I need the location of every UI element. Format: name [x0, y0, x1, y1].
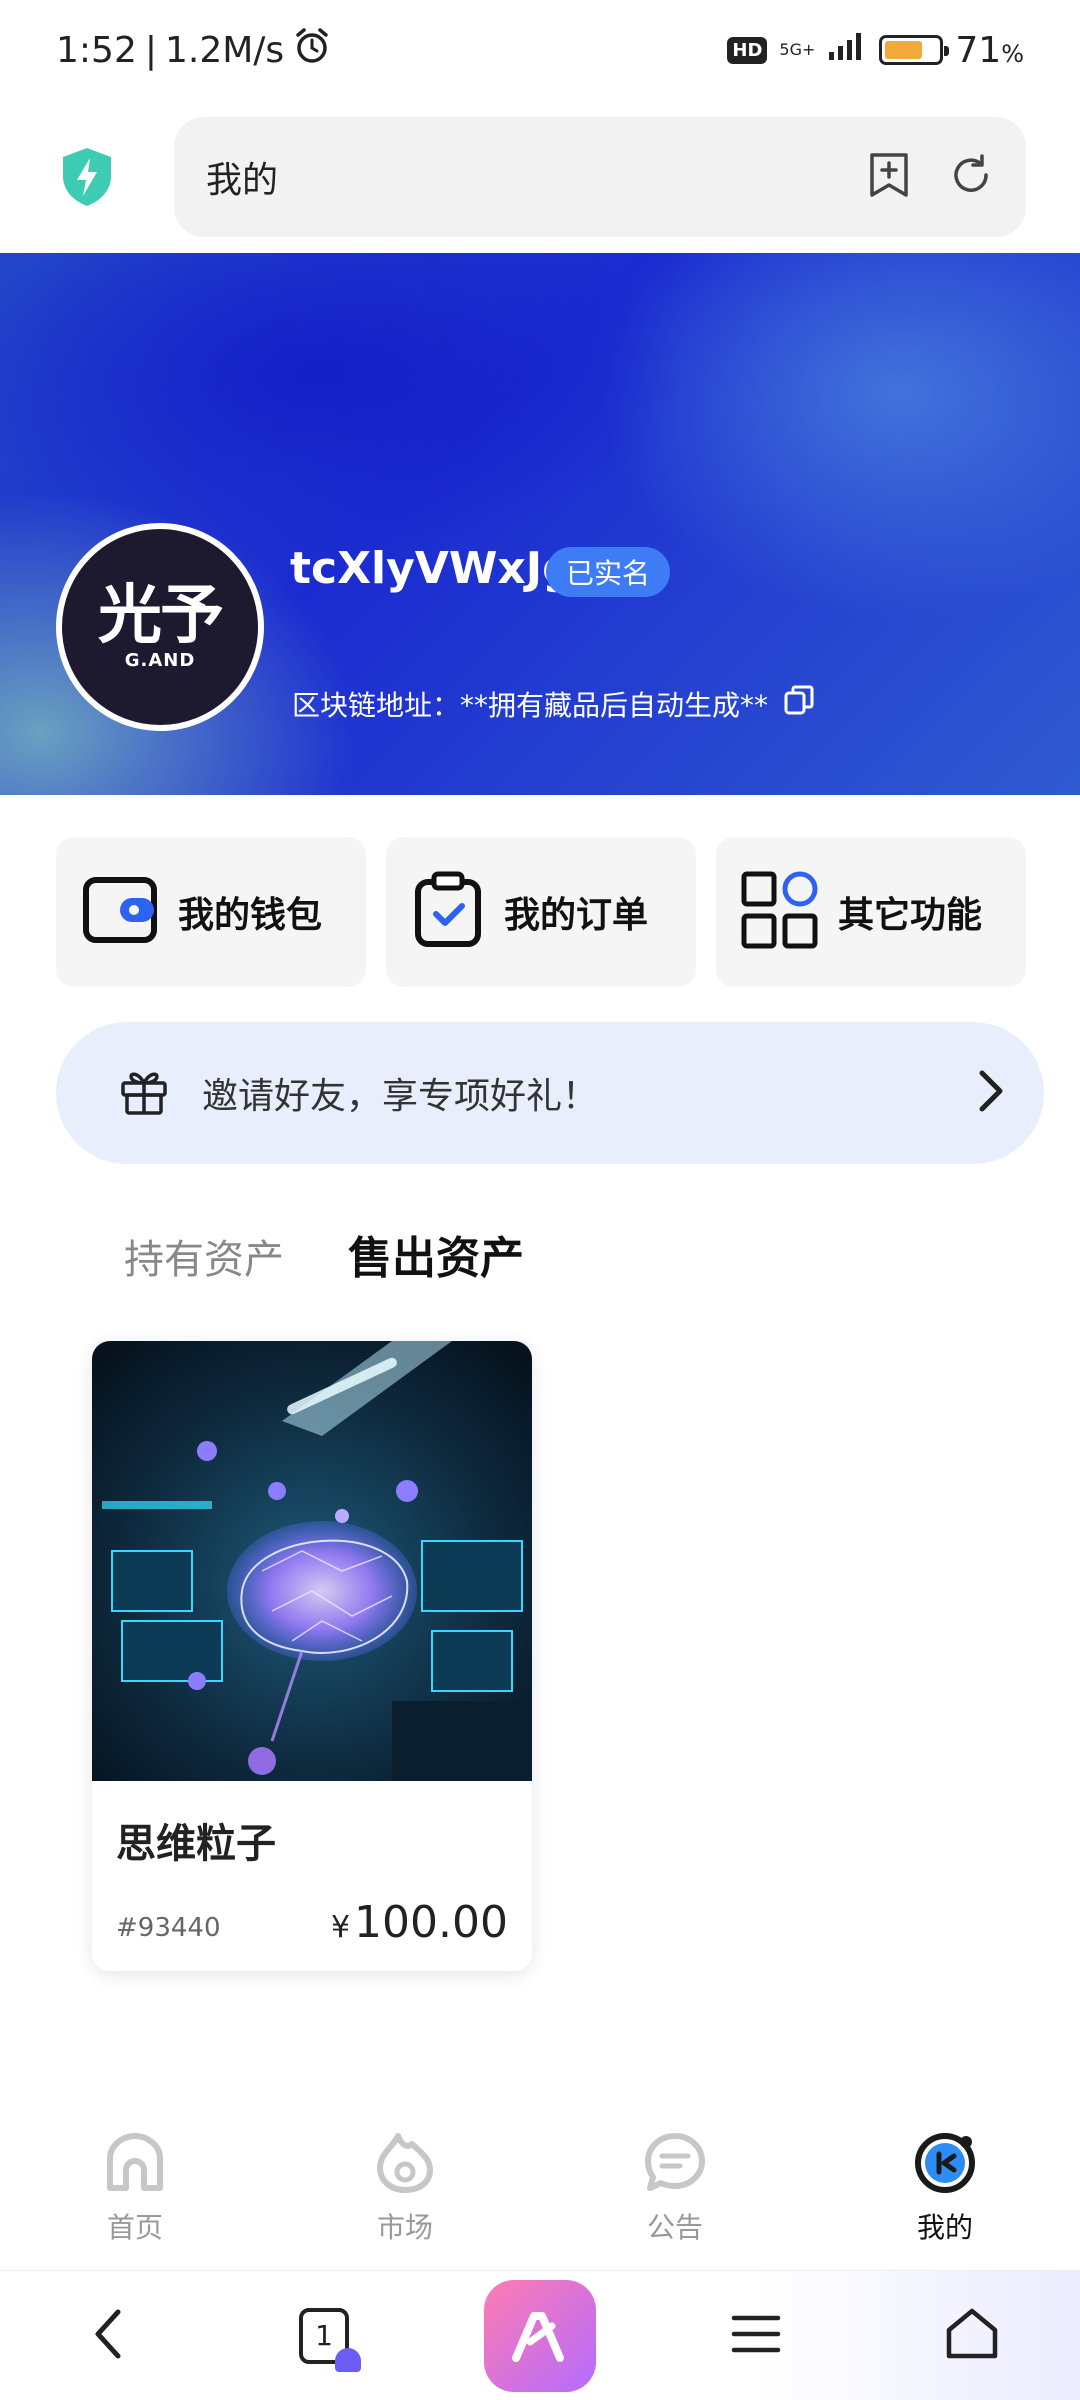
- nav-market[interactable]: 市场: [270, 2110, 540, 2270]
- menu-icon: [730, 2312, 782, 2360]
- chevron-left-icon: [88, 2306, 128, 2366]
- avatar-logo-subtext: G.AND: [124, 649, 196, 671]
- asset-price: ¥100.00: [331, 1897, 508, 1948]
- address-field[interactable]: 我的: [174, 116, 1026, 237]
- avatar-logo-text: 光予: [98, 578, 224, 653]
- nav-announcements[interactable]: 公告: [540, 2110, 810, 2270]
- nav-home[interactable]: 首页: [0, 2110, 270, 2270]
- address-actions: [866, 151, 994, 203]
- asset-tabs: 持有资产 售出资产: [124, 1222, 524, 1286]
- tabs-button[interactable]: 1: [264, 2276, 384, 2396]
- username: tcXlyVWxJg: [290, 543, 574, 594]
- chevron-right-icon: [972, 1069, 1008, 1117]
- status-right: HD 5G+ 71%: [727, 30, 1024, 71]
- browser-home-icon: [943, 2306, 1001, 2366]
- wallet-icon: [80, 870, 160, 954]
- nav-market-label: 市场: [376, 2211, 433, 2244]
- battery-percent: 71%: [955, 30, 1024, 71]
- nav-profile[interactable]: 我的: [810, 2110, 1080, 2270]
- profile-banner: 光予 G.AND tcXlyVWxJg 已实名 区块链地址：**拥有藏品后自动生…: [0, 253, 1080, 795]
- orders-label: 我的订单: [504, 895, 649, 936]
- wallet-label: 我的钱包: [178, 895, 323, 936]
- clipboard-check-icon: [410, 870, 486, 954]
- clock-time: 1:52: [56, 29, 137, 71]
- menu-button[interactable]: [696, 2276, 816, 2396]
- copy-icon[interactable]: [782, 683, 816, 724]
- status-left: 1:52 | 1.2M/s: [56, 26, 332, 75]
- avatar[interactable]: 光予 G.AND: [56, 523, 264, 731]
- browser-address-bar: 我的: [0, 100, 1080, 253]
- feature-cards: 我的钱包 我的订单 其它功能: [56, 837, 1026, 987]
- percent-sign: %: [1001, 39, 1024, 68]
- nav-home-label: 首页: [106, 2211, 163, 2244]
- battery-fill: [885, 41, 923, 59]
- asset-artwork-image: [92, 1341, 532, 1781]
- divider: |: [144, 29, 157, 71]
- invite-text: 邀请好友，享专项好礼！: [202, 1076, 599, 1117]
- status-bar: 1:52 | 1.2M/s HD 5G+ 71%: [0, 0, 1080, 100]
- announcement-icon: [642, 2130, 708, 2200]
- signal-icon: [827, 30, 867, 71]
- app-bottom-nav: 首页 市场 公告 我的: [0, 2110, 1080, 2270]
- tab-held-assets[interactable]: 持有资产: [124, 1227, 284, 1285]
- other-functions-button[interactable]: 其它功能: [716, 837, 1026, 987]
- hd-badge: HD: [727, 36, 768, 64]
- network-speed: 1.2M/s: [164, 29, 285, 71]
- blockchain-address: 区块链地址：**拥有藏品后自动生成**: [292, 683, 816, 724]
- ai-logo-icon: [484, 2279, 596, 2392]
- battery-icon: [879, 35, 950, 65]
- browser-bottom-bar: 1: [0, 2270, 1080, 2400]
- wallet-button[interactable]: 我的钱包: [56, 837, 366, 987]
- other-functions-label: 其它功能: [838, 895, 983, 936]
- gift-icon: [118, 1065, 170, 1121]
- price-value: 100.00: [354, 1897, 508, 1948]
- tab-count: 1: [299, 2307, 361, 2372]
- asset-card[interactable]: 思维粒子 #93440 ¥100.00: [92, 1341, 532, 1971]
- currency-symbol: ¥: [330, 1910, 351, 1945]
- orders-button[interactable]: 我的订单: [386, 837, 696, 987]
- nav-announcements-label: 公告: [646, 2211, 703, 2244]
- add-bookmark-icon[interactable]: [866, 151, 912, 203]
- refresh-icon[interactable]: [948, 152, 994, 202]
- network-type: 5G+: [779, 40, 816, 59]
- asset-id: #93440: [116, 1913, 221, 1943]
- alarm-icon: [292, 26, 332, 75]
- market-icon: [372, 2130, 438, 2200]
- home-button[interactable]: [912, 2276, 1032, 2396]
- tab-count-value: 1: [315, 2319, 333, 2352]
- profile-icon: [912, 2130, 978, 2200]
- tab-sold-assets[interactable]: 售出资产: [348, 1222, 524, 1286]
- asset-name: 思维粒子: [116, 1821, 276, 1867]
- shield-bolt-icon[interactable]: [54, 144, 120, 210]
- home-icon: [102, 2130, 168, 2200]
- battery-value: 71: [955, 29, 1002, 71]
- address-text: 我的: [206, 159, 279, 201]
- invite-banner[interactable]: 邀请好友，享专项好礼！: [56, 1022, 1044, 1164]
- ghost-icon: [335, 2347, 361, 2372]
- verified-badge: 已实名: [546, 547, 671, 597]
- back-button[interactable]: [48, 2276, 168, 2396]
- grid-icon: [740, 870, 820, 954]
- nav-profile-label: 我的: [916, 2211, 973, 2244]
- ai-assistant-button[interactable]: [480, 2276, 600, 2396]
- blockchain-address-text: 区块链地址：**拥有藏品后自动生成**: [292, 688, 769, 722]
